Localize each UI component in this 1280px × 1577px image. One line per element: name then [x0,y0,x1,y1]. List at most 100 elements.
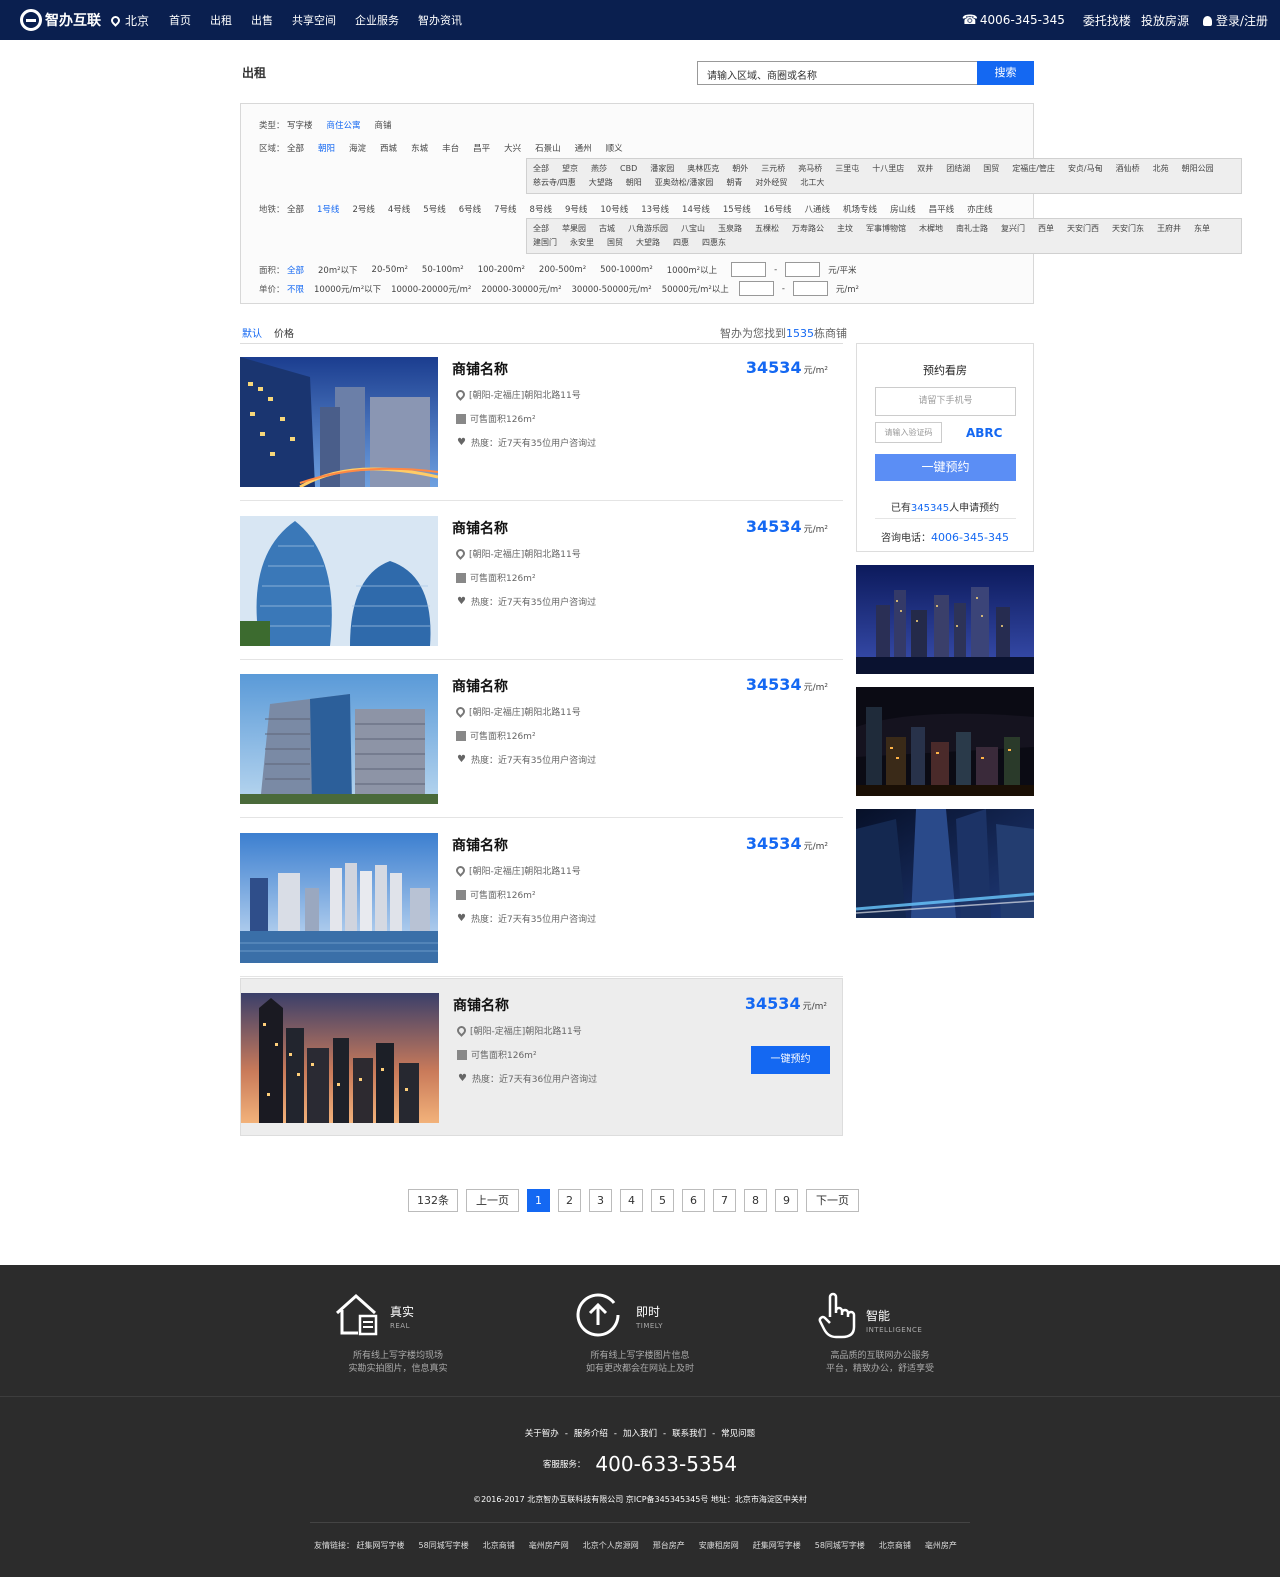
listing-photo[interactable] [240,516,438,646]
page-1-button[interactable]: 1 [527,1189,550,1212]
filter-option[interactable]: 16号线 [764,203,792,215]
filter-option[interactable]: 30000-50000元/m² [572,283,652,295]
listing-photo[interactable] [241,993,439,1123]
entrust-link[interactable]: 委托找楼 [1083,12,1131,29]
filter-option[interactable]: 7号线 [494,203,516,215]
sub-option[interactable]: 望京 [562,162,578,176]
filter-option[interactable]: 1000m²以上 [667,264,717,276]
footer-link[interactable]: 服务介绍 [574,1429,608,1439]
filter-option[interactable]: 200-500m² [539,265,586,275]
sub-option[interactable]: 朝青 [726,176,742,190]
page-4-button[interactable]: 4 [620,1189,643,1212]
filter-option[interactable]: 10000元/m²以下 [314,283,381,295]
sub-option[interactable]: 万寿路公 [792,222,824,236]
sub-option[interactable]: 王府井 [1157,222,1181,236]
filter-option[interactable]: 昌平线 [929,203,955,215]
nav-home[interactable]: 首页 [169,12,191,28]
sub-option[interactable]: 四惠 [673,236,689,250]
listing-photo[interactable] [240,357,438,487]
nav-rent[interactable]: 出租 [210,12,232,28]
sub-option[interactable]: 苹果园 [562,222,586,236]
booking-button[interactable]: 一键预约 [875,454,1016,481]
filter-option[interactable]: 丰台 [442,142,459,154]
filter-option[interactable]: 8号线 [530,203,552,215]
filter-option[interactable]: 6号线 [459,203,481,215]
friend-link[interactable]: 北京个人房源网 [583,1541,639,1550]
filter-option[interactable]: 20m²以下 [318,264,358,276]
filter-option[interactable]: 海淀 [349,142,366,154]
sort-price-tab[interactable]: 价格 [274,325,294,340]
sub-option[interactable]: 四惠东 [702,236,726,250]
sub-option[interactable]: 五棵松 [755,222,779,236]
footer-link[interactable]: 联系我们 [672,1429,706,1439]
sub-option[interactable]: 奥林匹克 [687,162,719,176]
sub-option[interactable]: 南礼士路 [956,222,988,236]
ad-image-2[interactable] [856,687,1034,796]
page-7-button[interactable]: 7 [713,1189,736,1212]
listing-card[interactable]: 商铺名称 [朝阳-定福庄]朝阳北路11号 可售面积126m² ♥ 热度：近7天有35位用… [240,502,843,660]
filter-option[interactable]: 东城 [411,142,428,154]
sub-option[interactable]: 大望路 [589,176,613,190]
price-max-input[interactable] [792,281,828,296]
ad-image-1[interactable] [856,565,1034,674]
filter-option[interactable]: 全部 [287,203,304,215]
filter-option[interactable]: 机场专线 [843,203,877,215]
footer-link[interactable]: 加入我们 [623,1429,657,1439]
sub-option[interactable]: 朝外 [732,162,748,176]
verification-code-input[interactable]: 请输入验证码 [875,422,942,443]
sub-option[interactable]: 军事博物馆 [866,222,906,236]
nav-news[interactable]: 智办资讯 [418,12,462,28]
sort-default-tab[interactable]: 默认 [242,325,262,340]
filter-option-active[interactable]: 不限 [287,283,304,295]
sub-option[interactable]: 三里屯 [835,162,859,176]
filter-option[interactable]: 顺义 [606,142,623,154]
sub-option[interactable]: 朝阳 [626,176,642,190]
sub-option[interactable]: 玉泉路 [718,222,742,236]
friend-link[interactable]: 安康租房网 [699,1541,739,1550]
next-page-button[interactable]: 下一页 [806,1189,859,1212]
sub-option[interactable]: 八宝山 [681,222,705,236]
listing-name[interactable]: 商铺名称 [453,995,509,1015]
filter-option[interactable]: 房山线 [890,203,916,215]
footer-link[interactable]: 关于智办 [525,1429,559,1439]
sub-option[interactable]: 安贞/马甸 [1068,162,1103,176]
filter-option[interactable]: 50-100m² [422,265,464,275]
filter-option[interactable]: 写字楼 [287,119,313,131]
phone-input[interactable]: 请留下手机号 [875,387,1016,416]
sub-option[interactable]: 木樨地 [919,222,943,236]
friend-link[interactable]: 北京商铺 [879,1541,911,1550]
sub-option[interactable]: 对外经贸 [755,176,787,190]
listing-photo[interactable] [240,833,438,963]
sub-option[interactable]: 北苑 [1153,162,1169,176]
filter-option[interactable]: 50000元/m²以上 [662,283,729,295]
sub-option[interactable]: 天安门东 [1112,222,1144,236]
listing-card[interactable]: 商铺名称 [朝阳-定福庄]朝阳北路11号 可售面积126m² ♥ 热度：近7天有35位用… [240,343,843,501]
sub-option[interactable]: 酒仙桥 [1116,162,1140,176]
search-input[interactable]: 请输入区域、商圈或名称 [697,61,977,85]
nav-enterprise[interactable]: 企业服务 [355,12,399,28]
sub-option[interactable]: 古城 [599,222,615,236]
logo[interactable]: 智办互联 [20,9,101,31]
friend-link[interactable]: 亳州房产网 [529,1541,569,1550]
page-2-button[interactable]: 2 [558,1189,581,1212]
sub-option[interactable]: 双井 [917,162,933,176]
sub-option[interactable]: 全部 [533,162,549,176]
filter-option[interactable]: 9号线 [565,203,587,215]
footer-link[interactable]: 常见问题 [721,1429,755,1439]
sub-option[interactable]: 北工大 [800,176,824,190]
sub-option[interactable]: 八角游乐园 [628,222,668,236]
sub-option[interactable]: 大望路 [636,236,660,250]
sub-option[interactable]: 燕莎 [591,162,607,176]
nav-sale[interactable]: 出售 [251,12,273,28]
filter-option[interactable]: 13号线 [641,203,669,215]
sub-option[interactable]: 国贸 [983,162,999,176]
filter-option[interactable]: 5号线 [423,203,445,215]
sub-option[interactable]: 亚奥劲松/潘家园 [655,176,714,190]
search-button[interactable]: 搜索 [977,61,1034,85]
sub-option[interactable]: 三元桥 [761,162,785,176]
filter-option[interactable]: 全部 [287,142,304,154]
filter-option[interactable]: 石景山 [535,142,561,154]
sub-option[interactable]: 全部 [533,222,549,236]
sub-option[interactable]: 定福庄/管庄 [1012,162,1055,176]
filter-option[interactable]: 10000-20000元/m² [391,283,471,295]
